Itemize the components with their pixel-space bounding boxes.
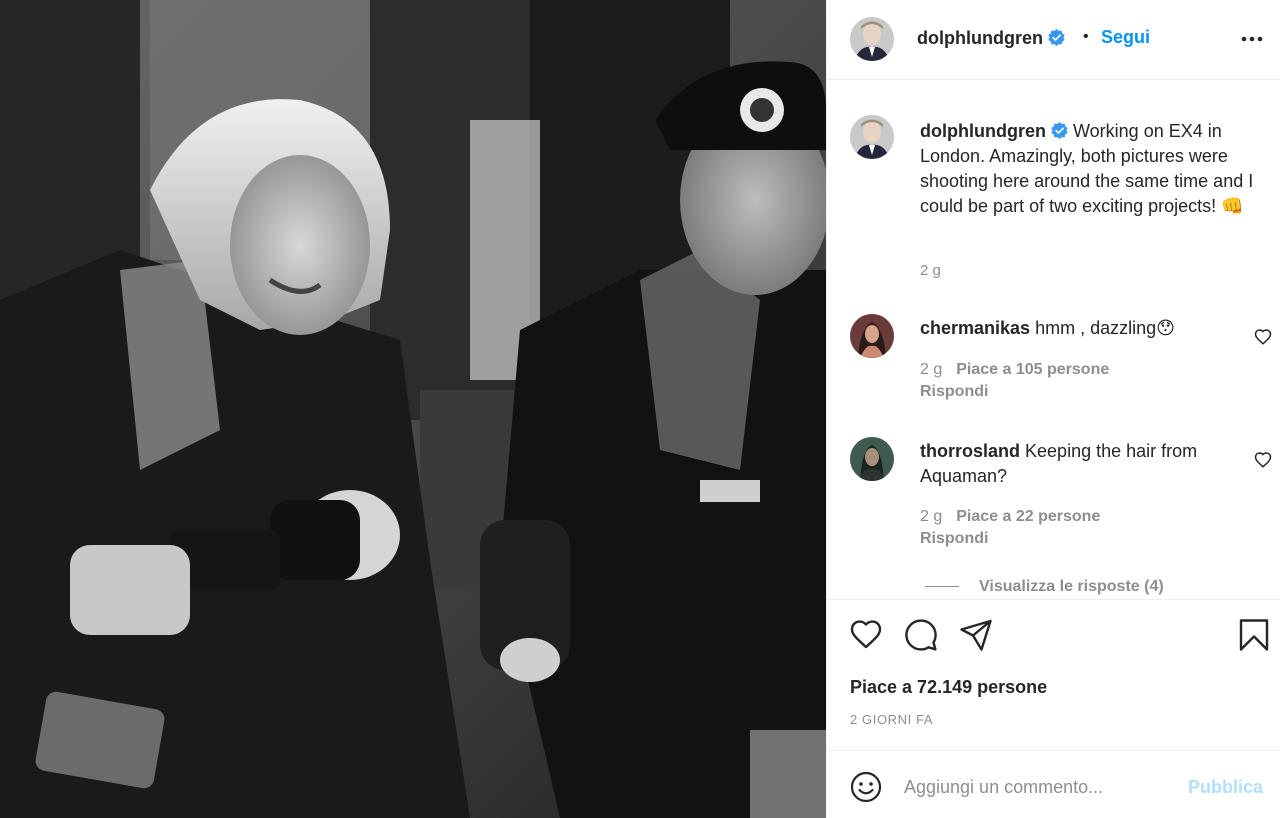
comment-text-block: chermanikas hmm , dazzling😯	[920, 316, 1240, 341]
post-likes-count[interactable]: Piace a 72.149 persone	[850, 677, 1047, 698]
post-date[interactable]: 2 GIORNI FA	[850, 712, 933, 727]
post-header: dolphlundgren • Segui	[827, 0, 1280, 80]
avatar[interactable]	[850, 314, 894, 358]
comment-username[interactable]: thorrosland	[920, 441, 1020, 461]
post-author-username-text: dolphlundgren	[917, 28, 1043, 48]
profile-photo	[850, 115, 894, 159]
heart-icon[interactable]	[849, 618, 883, 652]
comment-username[interactable]: chermanikas	[920, 318, 1030, 338]
comments-list[interactable]: dolphlundgren Working on EX4 in London. …	[827, 81, 1280, 599]
view-replies-label: Visualizza le risposte (4)	[979, 578, 1164, 595]
comment-input[interactable]	[904, 774, 1174, 800]
comment-text: hmm , dazzling😯	[1035, 318, 1175, 338]
emoji-icon[interactable]	[850, 771, 882, 803]
publish-button[interactable]: Pubblica	[1188, 777, 1263, 798]
comment-likes[interactable]: Piace a 105 persone	[956, 361, 1109, 378]
like-comment-heart-icon[interactable]	[1254, 328, 1272, 346]
comment-meta: 2 g Piace a 105 persone	[920, 361, 1109, 379]
avatar[interactable]	[850, 437, 894, 481]
avatar[interactable]	[850, 17, 894, 61]
profile-photo	[850, 437, 894, 481]
verified-badge-icon	[1051, 122, 1068, 139]
profile-photo	[850, 17, 894, 61]
caption-username[interactable]: dolphlundgren	[920, 121, 1046, 141]
share-icon[interactable]	[959, 618, 993, 652]
reply-button[interactable]: Rispondi	[920, 530, 988, 548]
caption-timestamp[interactable]: 2 g	[920, 262, 941, 279]
more-options-icon[interactable]	[1239, 26, 1265, 52]
comment-meta: 2 g Piace a 22 persone	[920, 508, 1100, 526]
add-comment-bar: Pubblica	[827, 752, 1280, 818]
post-photo	[0, 0, 826, 818]
post-author-username[interactable]: dolphlundgren	[917, 28, 1065, 49]
view-replies-divider	[925, 586, 959, 588]
bookmark-icon[interactable]	[1237, 618, 1271, 652]
reply-button[interactable]: Rispondi	[920, 383, 988, 401]
post-actions: Piace a 72.149 persone 2 GIORNI FA	[827, 599, 1280, 751]
caption-text-block: dolphlundgren Working on EX4 in London. …	[920, 119, 1270, 219]
comment-timestamp[interactable]: 2 g	[920, 361, 942, 378]
post-side-panel: dolphlundgren • Segui dolphlundgren Work…	[826, 0, 1280, 818]
comment-timestamp[interactable]: 2 g	[920, 508, 942, 525]
comment-likes[interactable]: Piace a 22 persone	[956, 508, 1100, 525]
view-replies-button[interactable]: Visualizza le risposte (4)	[925, 578, 1164, 596]
like-comment-heart-icon[interactable]	[1254, 451, 1272, 469]
avatar[interactable]	[850, 115, 894, 159]
comment-text-block: thorrosland Keeping the hair from Aquama…	[920, 439, 1240, 489]
separator-dot: •	[1083, 28, 1089, 45]
comment-icon[interactable]	[904, 618, 938, 652]
verified-badge-icon	[1048, 29, 1065, 46]
follow-button[interactable]: Segui	[1101, 27, 1150, 48]
post-image[interactable]	[0, 0, 826, 818]
profile-photo	[850, 314, 894, 358]
